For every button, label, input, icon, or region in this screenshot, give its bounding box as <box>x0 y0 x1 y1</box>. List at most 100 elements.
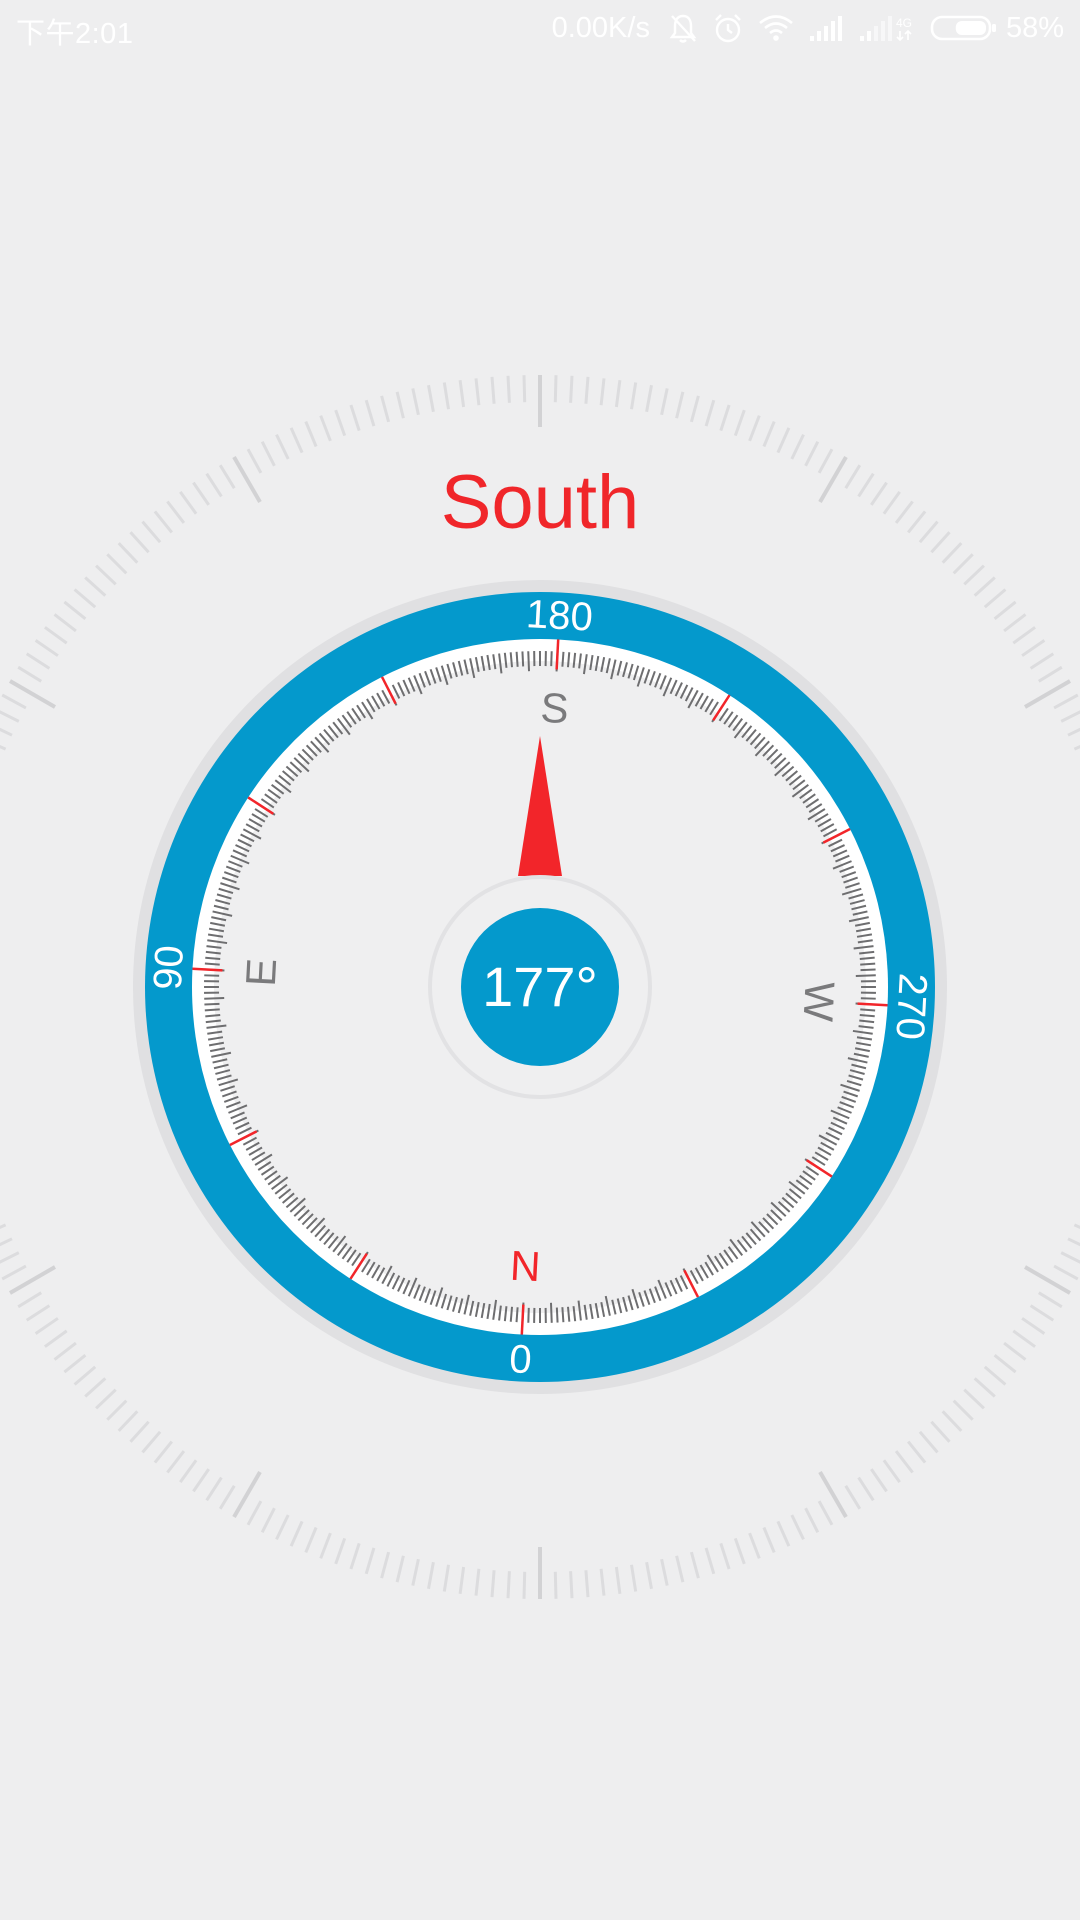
outer-ring-tick <box>395 1555 405 1583</box>
outer-ring-tick <box>1060 1251 1080 1264</box>
outer-ring-tick <box>584 376 590 404</box>
outer-ring-tick <box>733 1537 746 1565</box>
outer-ring-tick <box>44 626 68 645</box>
dial-minor-tick <box>861 985 876 989</box>
dial-minor-tick <box>538 651 542 666</box>
outer-ring-tick <box>427 1561 435 1590</box>
outer-ring-tick <box>1053 1264 1079 1281</box>
outer-ring-tick <box>857 1476 875 1502</box>
outer-ring-tick <box>660 388 669 416</box>
outer-ring-tick <box>34 1317 59 1335</box>
outer-ring-tick <box>192 1468 210 1493</box>
outer-ring-tick <box>790 433 805 460</box>
outer-ring-tick <box>458 1566 466 1594</box>
dial-minor-tick <box>860 1008 876 1012</box>
outer-ring-tick <box>304 421 318 448</box>
outer-ring-tick <box>569 375 574 403</box>
outer-ring-tick <box>719 1542 731 1570</box>
cardinal-label-north: N <box>509 1242 542 1291</box>
dial-minor-tick <box>204 985 219 989</box>
outer-ring-tick <box>246 1500 263 1526</box>
outer-ring-tick <box>364 1547 376 1575</box>
outer-ring-tick <box>506 1571 511 1599</box>
outer-ring-tick <box>0 744 7 751</box>
outer-ring-tick <box>675 391 685 419</box>
outer-ring-tick <box>0 1237 13 1247</box>
outer-ring-tick <box>817 1500 834 1526</box>
outer-ring-tick <box>17 665 42 683</box>
outer-ring-tick <box>918 1430 939 1454</box>
outer-ring-tick <box>1038 665 1063 683</box>
outer-ring-tick <box>844 1485 862 1510</box>
outer-ring-tick <box>474 378 481 406</box>
outer-ring-tick <box>275 1514 290 1541</box>
outer-ring-tick <box>0 727 13 737</box>
outer-ring-tick <box>952 553 974 575</box>
dial-minor-tick <box>561 651 565 667</box>
outer-ring-tick <box>614 380 622 408</box>
outer-ring-tick <box>25 1304 51 1322</box>
outer-ring-tick <box>44 1329 68 1348</box>
outer-ring-tick <box>319 1532 332 1559</box>
outer-ring-tick <box>522 1571 527 1599</box>
outer-ring-tick <box>983 1365 1007 1386</box>
outer-ring-tick <box>645 384 653 413</box>
outer-ring-tick <box>275 433 290 460</box>
outer-ring-tick <box>117 1410 139 1432</box>
outer-ring-tick <box>973 1377 996 1398</box>
wifi-icon <box>758 13 794 43</box>
status-icons: 0.00K/s 4G 58% <box>552 8 1064 48</box>
outer-ring-tick <box>349 1542 361 1570</box>
outer-ring-tick <box>522 375 527 403</box>
outer-ring-tick <box>218 1485 236 1510</box>
outer-ring-tick <box>630 382 638 410</box>
outer-ring-tick <box>930 1420 951 1443</box>
dial-minor-tick <box>544 1307 547 1323</box>
outer-ring-tick <box>1073 744 1080 751</box>
outer-ring-tick <box>973 576 996 597</box>
dial-minor-tick <box>204 980 220 983</box>
outer-ring-tick <box>1073 1223 1080 1230</box>
outer-ring-tick <box>490 376 496 404</box>
outer-ring-tick <box>704 399 716 427</box>
outer-ring-tick <box>129 1420 150 1443</box>
outer-ring-tick <box>474 1568 481 1596</box>
outer-ring-tick <box>442 1564 450 1592</box>
outer-ring-tick <box>804 1507 820 1533</box>
outer-ring-tick <box>84 1377 107 1398</box>
outer-ring-tick <box>289 1520 304 1547</box>
cell-signal-2-icon: 4G <box>858 14 916 42</box>
outer-ring-tick <box>894 1450 914 1474</box>
outer-ring-tick <box>179 1459 198 1483</box>
dial-minor-tick <box>533 651 536 667</box>
dial-red-tick <box>555 639 560 670</box>
outer-ring-tick <box>907 1440 927 1464</box>
dial-minor-tick <box>550 651 553 667</box>
outer-ring-tick <box>553 1571 558 1599</box>
outer-ring-tick <box>506 375 511 403</box>
outer-ring-tick <box>983 588 1007 609</box>
cardinal-label-west: W <box>794 981 843 1023</box>
outer-ring-tick <box>63 600 87 620</box>
outer-ring-tick <box>1038 1291 1063 1309</box>
outer-ring-tick <box>630 1564 638 1592</box>
outer-ring-tick <box>380 1551 391 1579</box>
outer-ring-tick <box>95 564 117 586</box>
outer-ring-tick <box>675 1555 685 1583</box>
outer-ring-tick <box>599 378 606 406</box>
outer-ring-tick <box>733 409 746 437</box>
outer-ring-tick <box>1003 1341 1027 1361</box>
dial-minor-tick <box>860 997 876 1000</box>
outer-ring-tick <box>73 588 97 609</box>
outer-ring-tick <box>993 600 1017 620</box>
outer-ring-tick <box>1053 693 1079 710</box>
outer-ring-tick <box>941 1410 963 1432</box>
outer-ring-tick <box>660 1558 669 1586</box>
outer-ring-tick <box>1029 652 1055 670</box>
dial-minor-tick <box>509 1306 514 1322</box>
cardinal-label-east: E <box>237 957 285 987</box>
outer-ring-tick <box>645 1561 653 1590</box>
outer-ring-tick <box>762 1526 776 1553</box>
degree-label-90: 90 <box>146 944 192 991</box>
outer-ring-tick <box>870 1468 888 1493</box>
